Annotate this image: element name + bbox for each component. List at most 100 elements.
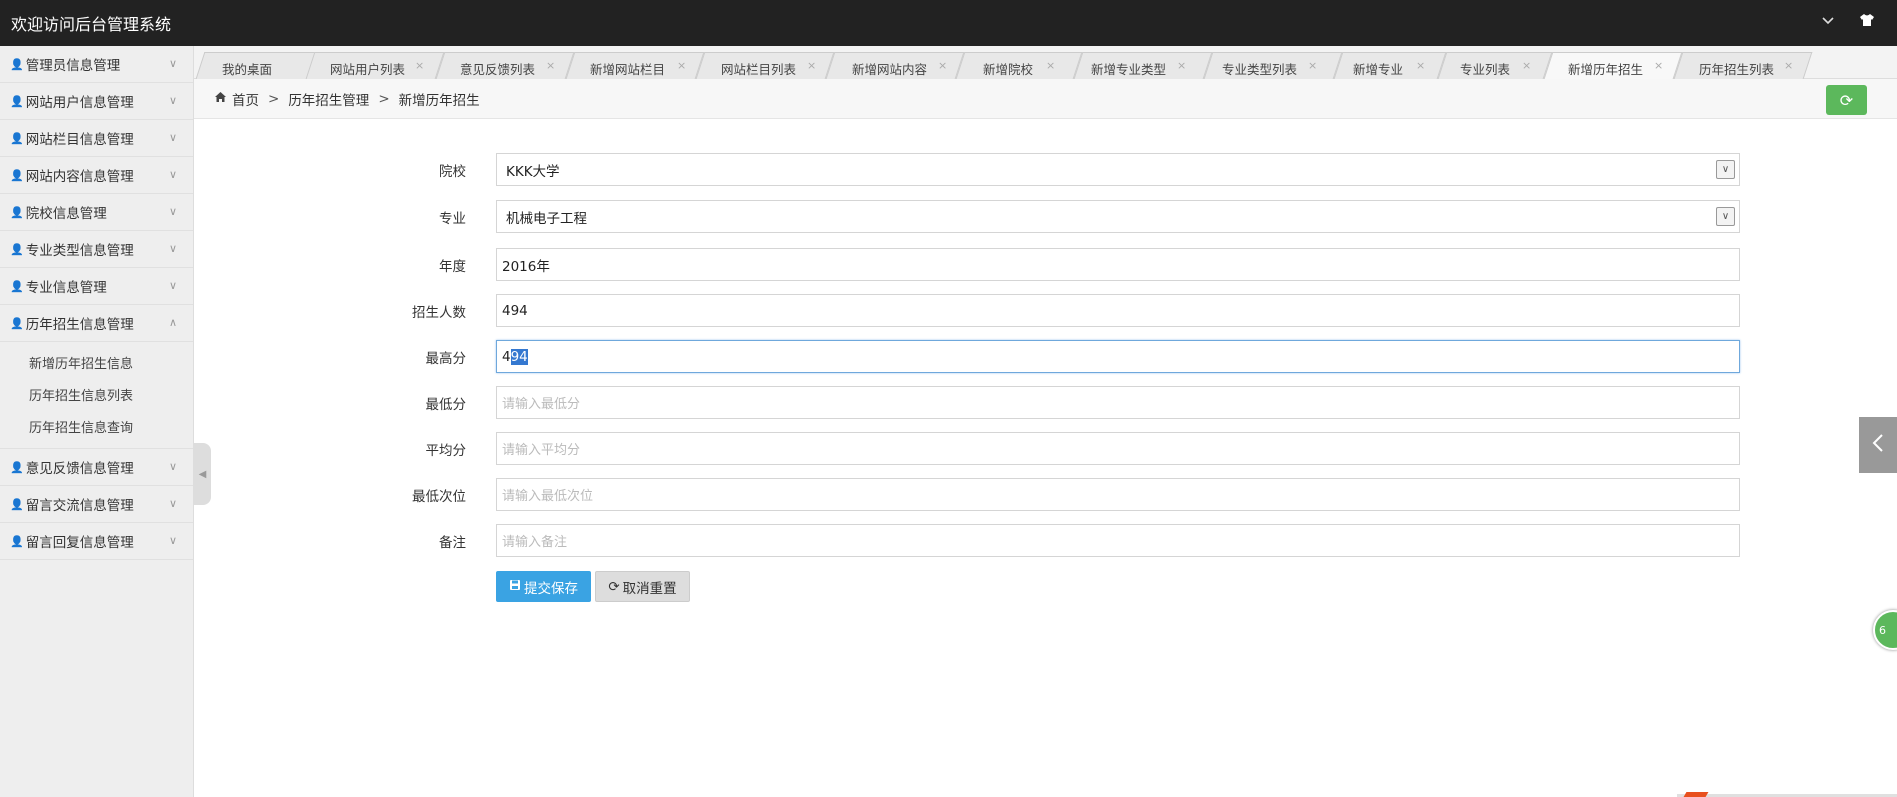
tab-desktop[interactable]: 我的桌面 bbox=[222, 59, 272, 78]
side-panel-toggle[interactable] bbox=[1859, 417, 1897, 473]
submenu-item-enrollment-query[interactable]: 历年招生信息查询 bbox=[0, 410, 193, 442]
school-select[interactable]: KKK大学 ∨ bbox=[496, 153, 1740, 186]
sidebar-item-label: 意见反馈信息管理 bbox=[25, 461, 134, 477]
close-icon[interactable]: × bbox=[1308, 59, 1317, 72]
enroll-count-input[interactable]: 494 bbox=[496, 294, 1740, 327]
sidebar-item-schools[interactable]: 👤 院校信息管理 ∨ bbox=[0, 194, 193, 231]
chevron-down-icon: ∨ bbox=[1716, 207, 1735, 226]
close-icon[interactable]: × bbox=[1177, 59, 1186, 72]
breadcrumb-separator: > bbox=[378, 90, 390, 107]
bottom-accent bbox=[1683, 792, 1709, 797]
min-rank-input[interactable]: 请输入最低次位 bbox=[496, 478, 1740, 511]
avg-score-input[interactable]: 请输入平均分 bbox=[496, 432, 1740, 465]
sidebar-item-feedback[interactable]: 👤 意见反馈信息管理 ∨ bbox=[0, 449, 193, 486]
breadcrumb-level1[interactable]: 历年招生管理 bbox=[288, 89, 369, 109]
submenu-item-add-enrollment[interactable]: 新增历年招生信息 bbox=[0, 346, 193, 378]
tab-major-type-list[interactable]: 专业类型列表 bbox=[1222, 59, 1297, 78]
app-title: 欢迎访问后台管理系统 bbox=[11, 15, 172, 34]
sidebar-item-majors[interactable]: 👤 专业信息管理 ∨ bbox=[0, 268, 193, 305]
form-row-min-rank: 最低次位 请输入最低次位 bbox=[360, 478, 1740, 511]
tab-add-enrollment[interactable]: 新增历年招生 bbox=[1568, 59, 1643, 78]
chevron-down-icon: ∨ bbox=[168, 131, 177, 144]
close-icon[interactable]: × bbox=[1416, 59, 1425, 72]
shirt-icon[interactable] bbox=[1859, 13, 1875, 31]
tab-add-column[interactable]: 新增网站栏目 bbox=[590, 59, 665, 78]
sidebar-item-enrollment[interactable]: 👤 历年招生信息管理 ∧ bbox=[0, 305, 193, 342]
school-value: KKK大学 bbox=[506, 163, 560, 180]
major-select[interactable]: 机械电子工程 ∨ bbox=[496, 200, 1740, 233]
form-row-remark: 备注 请输入备注 bbox=[360, 524, 1740, 557]
submit-save-button[interactable]: 提交保存 bbox=[496, 571, 591, 602]
sidebar-collapse-handle[interactable]: ◀ bbox=[194, 443, 211, 505]
top-header: 欢迎访问后台管理系统 bbox=[0, 0, 1897, 46]
submenu-item-enrollment-list[interactable]: 历年招生信息列表 bbox=[0, 378, 193, 410]
remark-input[interactable]: 请输入备注 bbox=[496, 524, 1740, 557]
tab-add-major-type[interactable]: 新增专业类型 bbox=[1091, 59, 1166, 78]
close-icon[interactable]: × bbox=[938, 59, 947, 72]
close-icon[interactable]: × bbox=[807, 59, 816, 72]
chevron-left-icon bbox=[1872, 431, 1884, 459]
chevron-down-icon[interactable] bbox=[1821, 14, 1835, 30]
sidebar-item-admin[interactable]: 👤 管理员信息管理 ∨ bbox=[0, 46, 193, 83]
sidebar-item-columns[interactable]: 👤 网站栏目信息管理 ∨ bbox=[0, 120, 193, 157]
chevron-down-icon: ∨ bbox=[168, 168, 177, 181]
breadcrumb-home[interactable]: 首页 bbox=[232, 89, 259, 109]
form-row-max-score: 最高分 4 94 bbox=[360, 340, 1740, 373]
year-input[interactable]: 2016年 bbox=[496, 248, 1740, 281]
max-score-value-prefix: 4 bbox=[502, 348, 511, 365]
cancel-reset-label: 取消重置 bbox=[622, 580, 677, 597]
refresh-button[interactable]: ⟳ bbox=[1826, 85, 1867, 115]
tab-add-school[interactable]: 新增院校 bbox=[983, 59, 1033, 78]
home-icon bbox=[214, 91, 227, 107]
tab-major-list[interactable]: 专业列表 bbox=[1460, 59, 1510, 78]
user-icon: 👤 bbox=[10, 242, 24, 256]
user-icon: 👤 bbox=[10, 131, 24, 145]
sidebar-item-replies[interactable]: 👤 留言回复信息管理 ∨ bbox=[0, 523, 193, 560]
sidebar-item-label: 专业信息管理 bbox=[25, 280, 107, 296]
close-icon[interactable]: × bbox=[1522, 59, 1531, 72]
sidebar-item-label: 专业类型信息管理 bbox=[25, 243, 134, 259]
tab-bar: 我的桌面 网站用户列表 × 意见反馈列表 × 新增网站栏目 × 网站栏目列表 ×… bbox=[194, 46, 1897, 79]
refresh-icon: ⟳ bbox=[608, 578, 620, 595]
form-row-enroll: 招生人数 494 bbox=[360, 294, 1740, 327]
sidebar-item-site-users[interactable]: 👤 网站用户信息管理 ∨ bbox=[0, 83, 193, 120]
sidebar-item-content[interactable]: 👤 网站内容信息管理 ∨ bbox=[0, 157, 193, 194]
chevron-down-icon: ∨ bbox=[168, 57, 177, 70]
tab-column-list[interactable]: 网站栏目列表 bbox=[721, 59, 796, 78]
close-icon[interactable]: × bbox=[415, 59, 424, 72]
breadcrumb-separator: > bbox=[268, 90, 280, 107]
min-score-input[interactable]: 请输入最低分 bbox=[496, 386, 1740, 419]
close-icon[interactable]: × bbox=[546, 59, 555, 72]
tab-feedback-list[interactable]: 意见反馈列表 bbox=[460, 59, 535, 78]
close-icon[interactable]: × bbox=[677, 59, 686, 72]
sidebar-item-label: 留言交流信息管理 bbox=[25, 498, 134, 514]
close-icon[interactable]: × bbox=[1654, 59, 1663, 72]
user-icon: 👤 bbox=[10, 94, 24, 108]
label-school: 院校 bbox=[439, 164, 466, 180]
close-icon[interactable]: × bbox=[1046, 59, 1055, 72]
form-row-school: 院校 KKK大学 ∨ bbox=[360, 153, 1740, 186]
label-major: 专业 bbox=[439, 211, 466, 227]
label-year: 年度 bbox=[439, 259, 466, 275]
floating-status-badge[interactable]: 6 bbox=[1873, 610, 1897, 650]
chevron-up-icon: ∧ bbox=[168, 316, 177, 329]
sidebar-item-messages[interactable]: 👤 留言交流信息管理 ∨ bbox=[0, 486, 193, 523]
form-row-min-score: 最低分 请输入最低分 bbox=[360, 386, 1740, 419]
form-row-major: 专业 机械电子工程 ∨ bbox=[360, 200, 1740, 233]
sidebar-item-major-types[interactable]: 👤 专业类型信息管理 ∨ bbox=[0, 231, 193, 268]
user-icon: 👤 bbox=[10, 279, 24, 293]
max-score-input[interactable]: 4 94 bbox=[496, 340, 1740, 373]
sidebar-item-label: 历年招生信息管理 bbox=[25, 317, 134, 333]
close-icon[interactable]: × bbox=[1784, 59, 1793, 72]
chevron-down-icon: ∨ bbox=[168, 242, 177, 255]
form-row-year: 年度 2016年 bbox=[360, 248, 1740, 281]
chevron-down-icon: ∨ bbox=[168, 497, 177, 510]
cancel-reset-button[interactable]: ⟳ 取消重置 bbox=[595, 571, 690, 602]
tab-enrollment-list[interactable]: 历年招生列表 bbox=[1699, 59, 1774, 78]
major-value: 机械电子工程 bbox=[506, 210, 587, 227]
sidebar-item-label: 网站栏目信息管理 bbox=[25, 132, 134, 148]
tab-site-users[interactable]: 网站用户列表 bbox=[330, 59, 405, 78]
tab-add-major[interactable]: 新增专业 bbox=[1353, 59, 1403, 78]
tab-add-content[interactable]: 新增网站内容 bbox=[852, 59, 927, 78]
user-icon: 👤 bbox=[10, 497, 24, 511]
